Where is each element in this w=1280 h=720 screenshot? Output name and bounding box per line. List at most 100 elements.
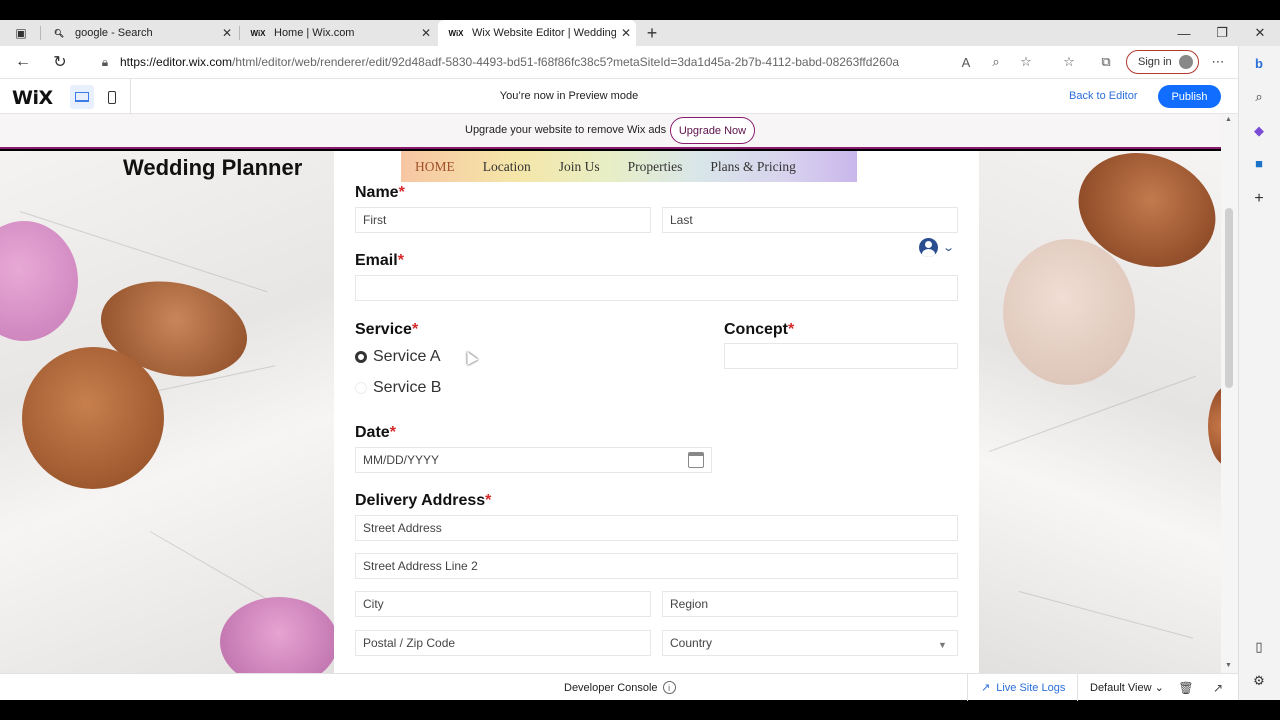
search-icon[interactable]: ⌕ [1248,86,1270,108]
email-field[interactable] [355,275,958,301]
sign-in-label: Sign in [1138,56,1172,68]
outlook-icon[interactable]: ■ [1248,152,1270,174]
service-a-radio[interactable]: Service A [355,348,441,366]
street-address-2-field[interactable]: Street Address Line 2 [355,553,958,579]
avatar-icon [1179,55,1193,69]
date-label-text: Date [355,424,390,441]
email-label: Email* [355,252,404,270]
upgrade-now-button[interactable]: Upgrade Now [670,117,755,144]
menu-item-location[interactable]: Location [469,159,545,175]
site-page: Wedding Planner HOME Location Join Us Pr… [0,151,1221,673]
collections-icon[interactable]: ⧉ [1095,51,1117,73]
site-menu: HOME Location Join Us Properties Plans &… [401,151,857,182]
expand-icon[interactable]: ↗ [1210,680,1226,696]
menu-item-plans-pricing[interactable]: Plans & Pricing [696,159,810,175]
first-name-field[interactable]: First [355,207,651,233]
user-icon [919,238,938,257]
tab-title: Wix Website Editor | Wedding Pl [472,27,616,39]
shopping-icon[interactable]: ◆ [1248,120,1270,142]
sidebar-toggle-icon[interactable]: ▯ [1248,636,1270,658]
back-arrow-icon[interactable]: ← [10,50,36,74]
minimize-icon[interactable]: — [1165,20,1203,46]
region-field[interactable]: Region [662,591,958,617]
country-select[interactable]: Country [662,630,958,656]
live-site-logs-link[interactable]: ↗ Live Site Logs [981,681,1065,695]
sign-in-button[interactable]: Sign in [1126,50,1199,74]
close-icon[interactable]: ✕ [416,26,436,40]
chevron-down-icon: ⌄ [1154,682,1164,694]
site-title: Wedding Planner [123,155,303,180]
marble-vein [1018,591,1193,639]
page-scrollbar[interactable]: ▲ ▼ [1221,114,1238,673]
wix-icon: WiX [448,28,464,38]
delivery-address-label-text: Delivery Address [355,492,486,509]
info-icon[interactable]: i [662,681,676,694]
tab-google-search[interactable]: 🔍︎ google - Search ✕ [41,20,237,46]
url-host: https://editor.wix.com [120,55,233,69]
preview-mode-message: You’re now in Preview mode [499,90,639,102]
copilot-icon[interactable]: b [1248,52,1270,74]
new-tab-button[interactable]: + [633,20,671,46]
favorite-add-icon[interactable]: ☆ [1015,51,1037,73]
street-address-field[interactable]: Street Address [355,515,958,541]
lock-icon: 🔒︎ [101,54,109,69]
last-name-field[interactable]: Last [662,207,958,233]
menu-item-join-us[interactable]: Join Us [545,159,614,175]
required-mark: * [788,321,795,338]
scroll-down-icon[interactable]: ▼ [1225,662,1232,669]
divider [967,674,968,701]
cream-macaron-image [1003,239,1135,385]
menu-item-home[interactable]: HOME [401,159,469,175]
divider [1077,674,1078,701]
required-mark: * [485,492,492,509]
address-bar: ← ↻ 🔒︎ https://editor.wix.com/html/edito… [0,46,1238,78]
read-aloud-icon[interactable]: A [955,51,977,73]
name-label-text: Name [355,184,399,201]
restore-icon[interactable]: ❐ [1203,20,1241,46]
required-mark: * [389,424,396,441]
trash-icon[interactable]: 🗑︎ [1178,680,1194,696]
window-close-icon[interactable]: ✕ [1241,20,1279,46]
chocolate-macaron-image [22,347,164,489]
date-field[interactable]: MM/DD/YYYY [355,447,712,473]
url-field[interactable]: 🔒︎ https://editor.wix.com/html/editor/we… [90,49,1050,75]
menu-item-properties[interactable]: Properties [614,159,697,175]
required-mark: * [411,321,419,338]
zoom-icon[interactable]: ⌕ [985,51,1007,73]
service-label-text: Service [355,321,412,338]
dropdown-arrow-icon: ▼ [938,640,947,650]
name-label: Name* [355,184,405,202]
radio-selected-icon [355,351,367,363]
upgrade-text: Upgrade your website to remove Wix ads [465,124,667,136]
developer-console-button[interactable]: Developer Console i [564,681,676,694]
service-a-label: Service A [373,348,441,365]
required-mark: * [398,184,405,201]
favorites-icon[interactable]: ☆ [1058,51,1080,73]
back-to-editor-link[interactable]: Back to Editor [1069,90,1137,102]
scroll-up-icon[interactable]: ▲ [1225,116,1232,123]
service-b-radio[interactable]: Service B [355,379,441,397]
concept-label: Concept* [724,321,794,339]
concept-label-text: Concept [724,321,788,338]
required-mark: * [397,252,404,269]
postal-code-field[interactable]: Postal / Zip Code [355,630,651,656]
more-options-icon[interactable]: ⋯ [1207,51,1229,73]
default-view-dropdown[interactable]: Default View ⌄ [1090,681,1164,694]
settings-icon[interactable]: ⚙ [1248,670,1270,692]
concept-field[interactable] [724,343,958,369]
member-login-menu[interactable]: ⌄ [919,238,955,257]
calendar-icon[interactable] [688,452,704,468]
external-link-icon: ↗ [981,682,991,694]
tab-wix-home[interactable]: WiX Home | Wix.com ✕ [240,20,436,46]
city-field[interactable]: City [355,591,651,617]
radio-unselected-icon [355,382,367,394]
wix-bottom-bar: Developer Console i ↗ Live Site Logs Def… [0,673,1238,701]
tab-wix-editor[interactable]: WiX Wix Website Editor | Wedding Pl ✕ [438,20,636,46]
scrollbar-thumb[interactable] [1225,208,1233,388]
refresh-icon[interactable]: ↻ [47,50,73,74]
publish-button[interactable]: Publish [1158,85,1221,108]
tab-actions-icon[interactable]: ▣ [8,21,34,45]
search-icon: 🔍︎ [53,28,65,38]
close-icon[interactable]: ✕ [217,26,237,40]
add-icon[interactable]: + [1248,188,1270,210]
